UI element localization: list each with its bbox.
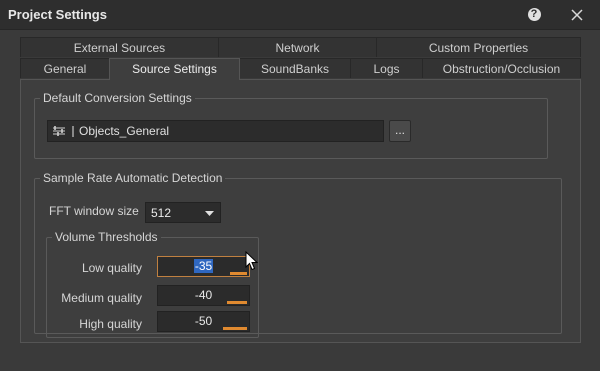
detection-group: Sample Rate Automatic Detection FFT wind… [34,171,562,338]
tab-row-bottom: General Source Settings SoundBanks Logs … [20,58,581,80]
help-button[interactable]: ? [526,6,542,22]
low-quality-input[interactable]: -35 [157,256,250,277]
medium-quality-value-wrap: -40 [158,288,249,302]
conversion-settings-icon [52,124,66,138]
conversion-settings-value: Objects_General [79,124,170,138]
mouse-cursor-icon [245,251,259,271]
window-title: Project Settings [8,7,107,22]
high-quality-label: High quality [79,317,142,331]
close-button[interactable] [567,5,587,25]
tab-network[interactable]: Network [218,37,377,57]
detection-legend: Sample Rate Automatic Detection [43,171,223,185]
source-settings-panel: Default Conversion Settings Objects_Gene… [20,79,581,343]
volume-thresholds-group: Volume Thresholds Low quality -35 Medium… [46,230,259,338]
tab-logs[interactable]: Logs [350,58,423,78]
tab-general[interactable]: General [20,58,110,78]
fft-window-size-select[interactable]: 512 [145,202,221,223]
high-quality-level-track [198,327,247,330]
fft-window-size-value: 512 [151,206,172,220]
medium-quality-label: Medium quality [61,291,142,305]
tab-custom-properties[interactable]: Custom Properties [376,37,581,57]
volume-thresholds-legend: Volume Thresholds [55,230,158,244]
conversion-legend: Default Conversion Settings [43,91,192,105]
medium-quality-value: -40 [194,288,213,302]
tab-soundbanks[interactable]: SoundBanks [239,58,351,78]
high-quality-level-bar [222,327,247,330]
medium-quality-level-bar [227,301,247,304]
high-quality-value: -50 [194,314,213,328]
low-quality-level-track [198,272,247,275]
low-quality-label: Low quality [81,261,142,275]
high-quality-input[interactable]: -50 [157,311,250,332]
conversion-group: Default Conversion Settings Objects_Gene… [34,91,548,159]
field-separator [72,125,74,137]
medium-quality-level-track [198,301,247,304]
medium-quality-input[interactable]: -40 [157,285,250,306]
low-quality-value: -35 [193,259,214,273]
low-quality-value-wrap: -35 [158,259,249,273]
close-icon [571,9,583,21]
browse-conversion-button[interactable]: ... [389,120,411,142]
tab-obstruction-occlusion[interactable]: Obstruction/Occlusion [422,58,581,78]
chevron-down-icon [205,211,214,216]
help-icon: ? [527,7,541,21]
fft-window-size-label: FFT window size [49,204,139,218]
low-quality-level-bar [229,272,247,275]
tab-bar: External Sources Network Custom Properti… [20,37,581,80]
title-bar: Project Settings ? [0,0,600,30]
tab-row-top: External Sources Network Custom Properti… [20,37,581,58]
tab-external-sources[interactable]: External Sources [20,37,219,57]
high-quality-value-wrap: -50 [158,314,249,328]
conversion-settings-field[interactable]: Objects_General [47,120,384,142]
tab-source-settings[interactable]: Source Settings [109,58,240,80]
